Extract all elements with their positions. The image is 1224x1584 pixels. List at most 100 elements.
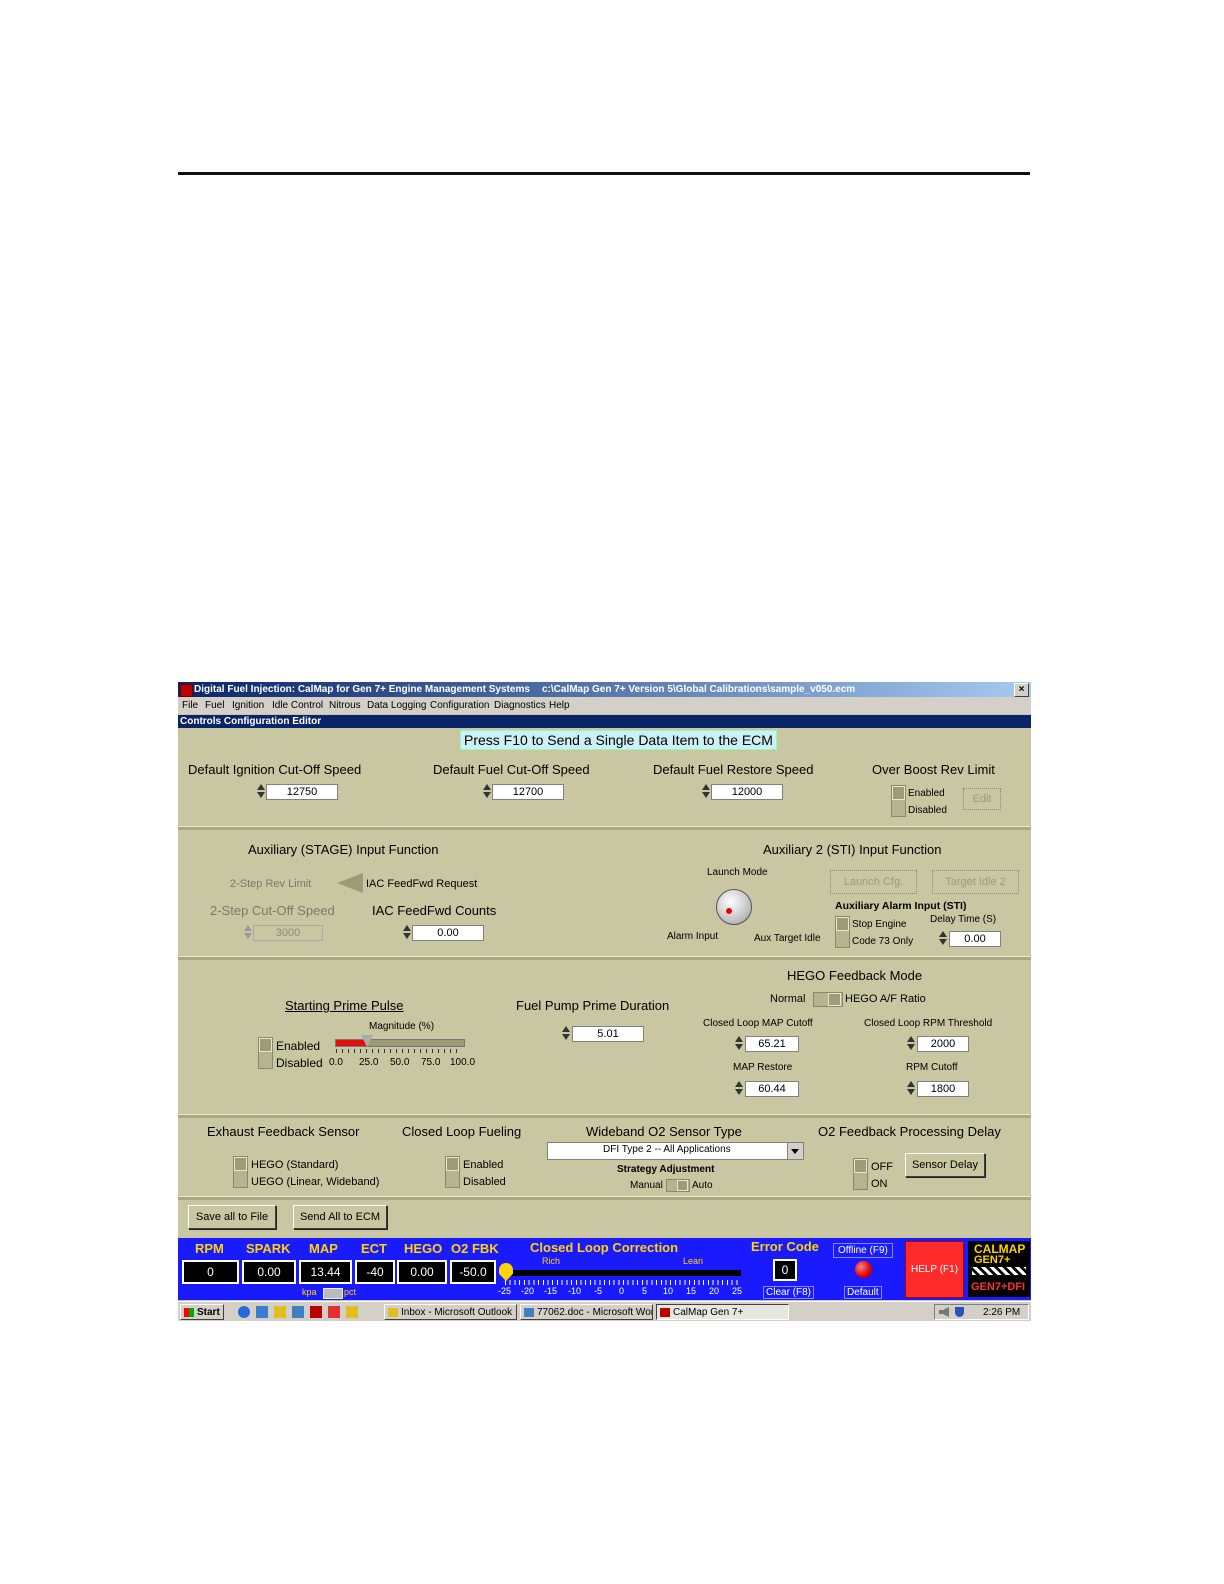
two-step-cutoff-spinner[interactable]	[244, 924, 252, 940]
fuel-cutoff-spinner[interactable]	[483, 783, 491, 799]
gauge-hego-value: 0.00	[397, 1260, 447, 1284]
offline-button[interactable]: Offline (F9)	[833, 1243, 893, 1258]
sensor-delay-button[interactable]: Sensor Delay	[905, 1153, 985, 1177]
iac-request-label: IAC FeedFwd Request	[366, 878, 478, 890]
fuel-pump-spinner[interactable]	[562, 1025, 570, 1041]
menu-file[interactable]: File	[182, 697, 198, 714]
ign-cutoff-spinner[interactable]	[257, 783, 265, 799]
start-button[interactable]: Start	[180, 1304, 224, 1320]
help-button[interactable]: HELP (F1)	[905, 1241, 964, 1298]
overboost-toggle[interactable]	[891, 785, 906, 817]
gauge-o2fbk-label: O2 FBK	[451, 1241, 499, 1256]
delay-time-field[interactable]: 0.00	[949, 931, 1001, 947]
stage-selector-icon[interactable]	[337, 873, 363, 893]
cl-correction-title: Closed Loop Correction	[530, 1240, 679, 1255]
o2-off-label: OFF	[871, 1161, 893, 1173]
strategy-toggle[interactable]	[666, 1179, 690, 1192]
rpm-cutoff-label: RPM Cutoff	[906, 1062, 958, 1073]
strategy-manual-label: Manual	[630, 1180, 663, 1191]
ie-icon[interactable]	[238, 1306, 250, 1318]
volume-icon[interactable]	[939, 1307, 949, 1317]
launch-cfg-button[interactable]: Launch Cfg.	[830, 870, 917, 894]
cl-correction-pointer	[499, 1263, 513, 1281]
window-title-bar[interactable]: Digital Fuel Injection: CalMap for Gen 7…	[178, 682, 1031, 697]
hego-af-label: HEGO A/F Ratio	[845, 993, 926, 1005]
iac-counts-label: IAC FeedFwd Counts	[372, 903, 497, 918]
cl-tick: -25	[498, 1286, 512, 1296]
menu-ignition[interactable]: Ignition	[232, 697, 264, 714]
taskbar-word[interactable]: 77062.doc - Microsoft Word	[520, 1304, 653, 1320]
cl-enabled-label: Enabled	[463, 1159, 504, 1171]
desktop-icon[interactable]	[256, 1306, 268, 1318]
map-unit-toggle[interactable]	[323, 1288, 343, 1299]
wideband-selected: DFI Type 2 -- All Applications	[603, 1144, 731, 1155]
fuel-restore-field[interactable]: 12000	[711, 784, 783, 800]
iac-counts-field[interactable]: 0.00	[412, 925, 484, 941]
menu-fuel[interactable]: Fuel	[205, 697, 224, 714]
magnitude-thumb[interactable]	[361, 1035, 373, 1047]
fuel-cutoff-field[interactable]: 12700	[492, 784, 564, 800]
cl-lean-label: Lean	[683, 1256, 704, 1266]
target-idle-button[interactable]: Target Idle 2	[932, 870, 1019, 894]
ign-cutoff-field[interactable]: 12750	[266, 784, 338, 800]
cl-fueling-toggle[interactable]	[445, 1156, 460, 1188]
overboost-edit-button[interactable]: Edit	[963, 788, 1001, 810]
mail-quick-icon[interactable]	[346, 1306, 358, 1318]
cl-tick: 25	[732, 1286, 743, 1296]
logo-gen-text: GEN7+	[974, 1254, 1011, 1266]
map-cutoff-field[interactable]: 65.21	[745, 1036, 799, 1052]
prime-toggle[interactable]	[258, 1037, 273, 1069]
rpm-cutoff-spinner[interactable]	[907, 1080, 915, 1096]
cl-fueling-label: Closed Loop Fueling	[402, 1124, 522, 1139]
uego-label: UEGO (Linear, Wideband)	[251, 1176, 380, 1188]
fuel-restore-spinner[interactable]	[702, 783, 710, 799]
sti-mode-knob[interactable]	[716, 889, 752, 925]
rpm-cutoff-field[interactable]: 1800	[917, 1081, 969, 1097]
menu-idle-control[interactable]: Idle Control	[272, 697, 323, 714]
calmap-quick-icon[interactable]	[310, 1306, 322, 1318]
word-quick-icon[interactable]	[292, 1306, 304, 1318]
gauge-rpm-value: 0	[182, 1260, 239, 1284]
app-quick-icon[interactable]	[328, 1306, 340, 1318]
cl-disabled-label: Disabled	[463, 1176, 506, 1188]
chevron-down-icon[interactable]	[787, 1143, 803, 1159]
two-step-cutoff-field[interactable]: 3000	[253, 925, 323, 941]
taskbar-outlook[interactable]: Inbox - Microsoft Outlook	[384, 1304, 517, 1320]
map-restore-spinner[interactable]	[735, 1080, 743, 1096]
prime-disabled-label: Disabled	[276, 1056, 323, 1070]
outlook-quick-icon[interactable]	[274, 1306, 286, 1318]
menu-help[interactable]: Help	[549, 697, 570, 714]
aux-target-idle-label: Aux Target Idle	[754, 933, 821, 944]
fuel-pump-field[interactable]: 5.01	[572, 1026, 644, 1042]
map-cutoff-spinner[interactable]	[735, 1035, 743, 1051]
map-restore-label: MAP Restore	[733, 1062, 793, 1073]
menu-data-logging[interactable]: Data Logging	[367, 697, 427, 714]
magnitude-slider[interactable]	[335, 1039, 465, 1047]
app-icon	[180, 684, 193, 697]
wideband-select[interactable]: DFI Type 2 -- All Applications	[547, 1142, 804, 1160]
menu-diagnostics[interactable]: Diagnostics	[494, 697, 546, 714]
save-all-button[interactable]: Save all to File	[188, 1205, 276, 1229]
hego-standard-label: HEGO (Standard)	[251, 1159, 339, 1171]
rpm-threshold-spinner[interactable]	[907, 1035, 915, 1051]
rpm-threshold-label: Closed Loop RPM Threshold	[864, 1018, 993, 1029]
menu-configuration[interactable]: Configuration	[430, 697, 489, 714]
map-restore-field[interactable]: 60.44	[745, 1081, 799, 1097]
hego-mode-toggle[interactable]	[813, 992, 843, 1007]
clear-button[interactable]: Clear (F8)	[763, 1286, 815, 1299]
shield-icon[interactable]	[955, 1307, 964, 1317]
close-button[interactable]: ×	[1014, 683, 1029, 697]
alarm-toggle[interactable]	[835, 916, 850, 948]
send-all-button[interactable]: Send All to ECM	[293, 1205, 387, 1229]
default-button[interactable]: Default	[844, 1286, 882, 1299]
taskbar-calmap[interactable]: CalMap Gen 7+	[656, 1304, 789, 1320]
delay-time-spinner[interactable]	[939, 930, 947, 946]
rpm-threshold-field[interactable]: 2000	[917, 1036, 969, 1052]
strategy-label: Strategy Adjustment	[617, 1164, 715, 1175]
o2-delay-toggle[interactable]	[853, 1158, 868, 1190]
menu-nitrous[interactable]: Nitrous	[329, 697, 361, 714]
exhaust-sensor-toggle[interactable]	[233, 1156, 248, 1188]
taskbar-outlook-label: Inbox - Microsoft Outlook	[401, 1307, 513, 1318]
wideband-label: Wideband O2 Sensor Type	[586, 1124, 742, 1139]
iac-counts-spinner[interactable]	[403, 924, 411, 940]
